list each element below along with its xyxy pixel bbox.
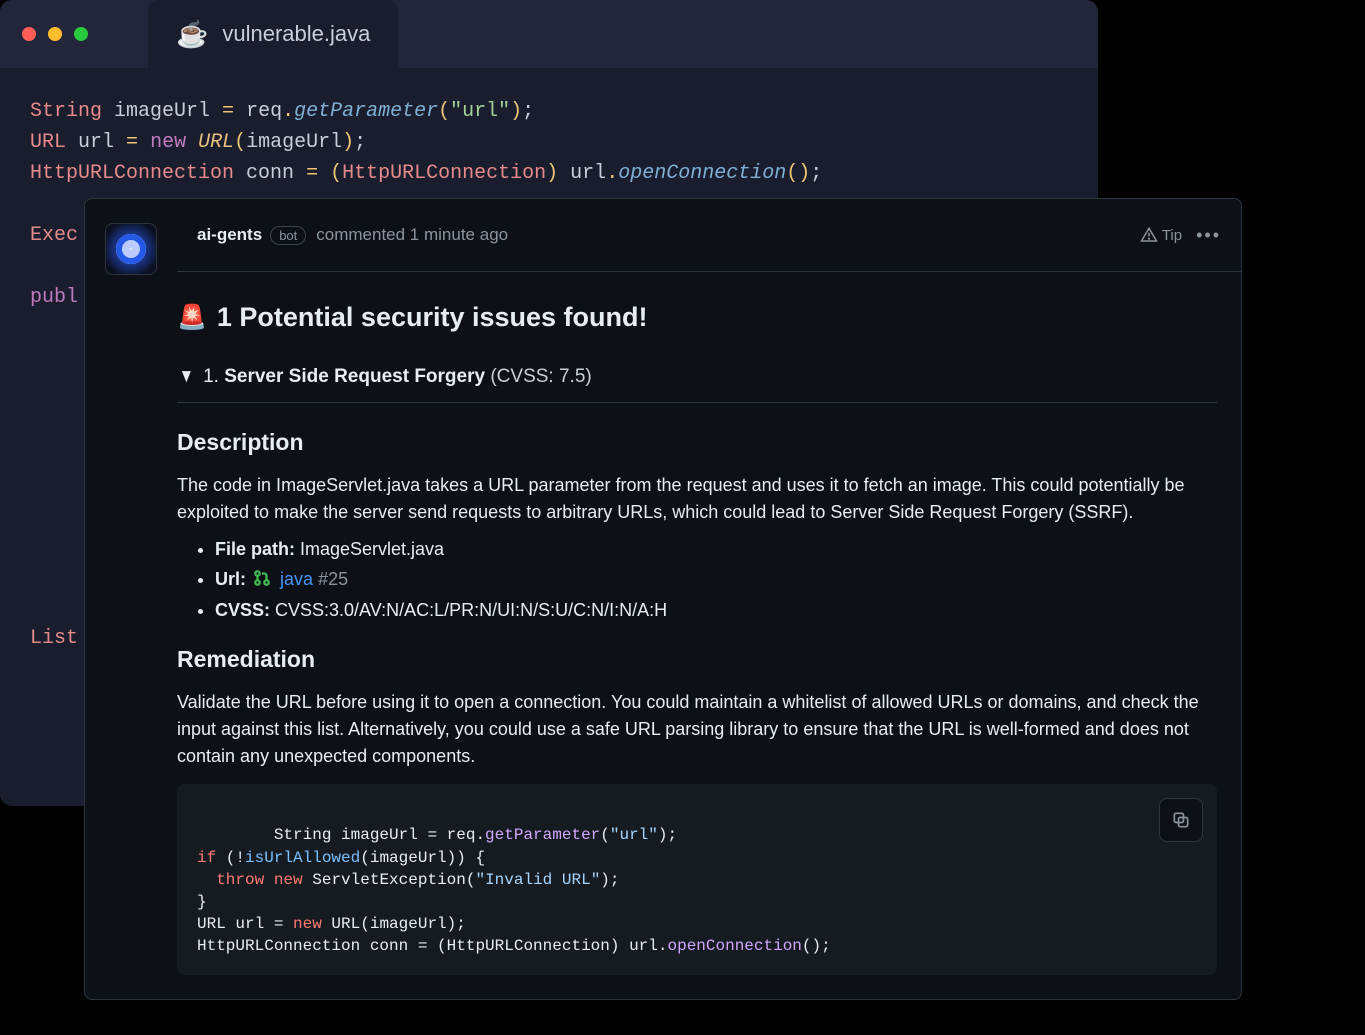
code-token: new [150, 131, 186, 154]
code-token: req [234, 100, 282, 123]
code-token [186, 131, 198, 154]
code-token [318, 162, 330, 185]
tab-file[interactable]: ☕ vulnerable.java [148, 0, 398, 68]
description-text: The code in ImageServlet.java takes a UR… [177, 472, 1217, 526]
code-token: = [306, 162, 318, 185]
window-controls [22, 27, 88, 41]
tip-label: Tip [1162, 227, 1182, 244]
pull-request-icon [253, 564, 271, 595]
code-token: = [126, 131, 138, 154]
copy-button[interactable] [1159, 798, 1203, 842]
issue-info-list: File path: ImageServlet.java Url: java #… [177, 534, 1217, 627]
code-token: ; [810, 162, 822, 185]
code-token: Exec [30, 224, 78, 247]
code-token: imageUrl [246, 131, 342, 154]
code-token: ) [510, 100, 522, 123]
comment-panel: ai-gents bot commented 1 minute ago Tip … [84, 198, 1242, 1000]
code-token: ; [354, 131, 366, 154]
issues-heading: 🚨 1 Potential security issues found! [177, 302, 1217, 333]
code-token: ) [342, 131, 354, 154]
code-token: URL [198, 131, 234, 154]
code-token: HttpURLConnection [342, 162, 546, 185]
code-token: ) [798, 162, 810, 185]
code-token: = [222, 100, 234, 123]
code-token: ( [330, 162, 342, 185]
tip-button[interactable]: Tip [1140, 226, 1182, 244]
comment-body: 🚨 1 Potential security issues found! ▼ 1… [177, 272, 1241, 999]
code-token: conn [234, 162, 306, 185]
info-file-path: File path: ImageServlet.java [215, 534, 1217, 565]
code-token: imageUrl [102, 100, 222, 123]
code-token: openConnection [618, 162, 786, 185]
alert-siren-icon: 🚨 [177, 303, 207, 332]
code-token: ; [522, 100, 534, 123]
remediation-text: Validate the URL before using it to open… [177, 689, 1217, 770]
titlebar: ☕ vulnerable.java [0, 0, 1098, 68]
code-token: List [30, 627, 78, 650]
code-token: ) [546, 162, 558, 185]
pr-number[interactable]: #25 [318, 569, 348, 589]
issues-heading-text: 1 Potential security issues found! [217, 302, 648, 333]
caret-down-icon: ▼ [179, 363, 194, 392]
code-token: publ [30, 286, 78, 309]
code-token: ( [786, 162, 798, 185]
code-token: . [606, 162, 618, 185]
avatar[interactable] [105, 223, 157, 275]
code-token: URL [30, 131, 66, 154]
issue-disclosure[interactable]: ▼ 1. Server Side Request Forgery (CVSS: … [177, 363, 1217, 403]
copy-icon [1171, 810, 1191, 830]
code-token: url [66, 131, 126, 154]
info-url: Url: java #25 [215, 564, 1217, 595]
code-token: ( [234, 131, 246, 154]
issue-cvss-score: (CVSS: 7.5) [490, 366, 591, 387]
code-token: . [282, 100, 294, 123]
code-token: url [558, 162, 606, 185]
close-window-button[interactable] [22, 27, 36, 41]
description-heading: Description [177, 429, 1217, 456]
java-icon: ☕ [176, 21, 208, 47]
tab-title: vulnerable.java [222, 21, 370, 47]
code-token: getParameter [294, 100, 438, 123]
code-token: HttpURLConnection [30, 162, 234, 185]
zoom-window-button[interactable] [74, 27, 88, 41]
comment-meta: commented 1 minute ago [316, 225, 508, 245]
issue-title: Server Side Request Forgery [224, 366, 485, 387]
url-link[interactable]: java [280, 569, 313, 589]
kebab-menu-button[interactable]: ••• [1196, 225, 1221, 246]
code-token: "url" [450, 100, 510, 123]
panel-content: ai-gents bot commented 1 minute ago Tip … [177, 199, 1241, 999]
comment-author[interactable]: ai-gents [197, 225, 262, 245]
code-token: String [30, 100, 102, 123]
minimize-window-button[interactable] [48, 27, 62, 41]
info-cvss: CVSS: CVSS:3.0/AV:N/AC:L/PR:N/UI:N/S:U/C… [215, 595, 1217, 626]
code-token: ( [438, 100, 450, 123]
comment-header: ai-gents bot commented 1 minute ago Tip … [177, 199, 1241, 272]
code-token [138, 131, 150, 154]
avatar-column [85, 199, 177, 999]
bot-badge: bot [270, 226, 306, 245]
issue-number: 1. [203, 366, 219, 387]
remediation-heading: Remediation [177, 646, 1217, 673]
warning-triangle-icon [1140, 226, 1158, 244]
code-snippet: String imageUrl = req.getParameter("url"… [177, 784, 1217, 975]
